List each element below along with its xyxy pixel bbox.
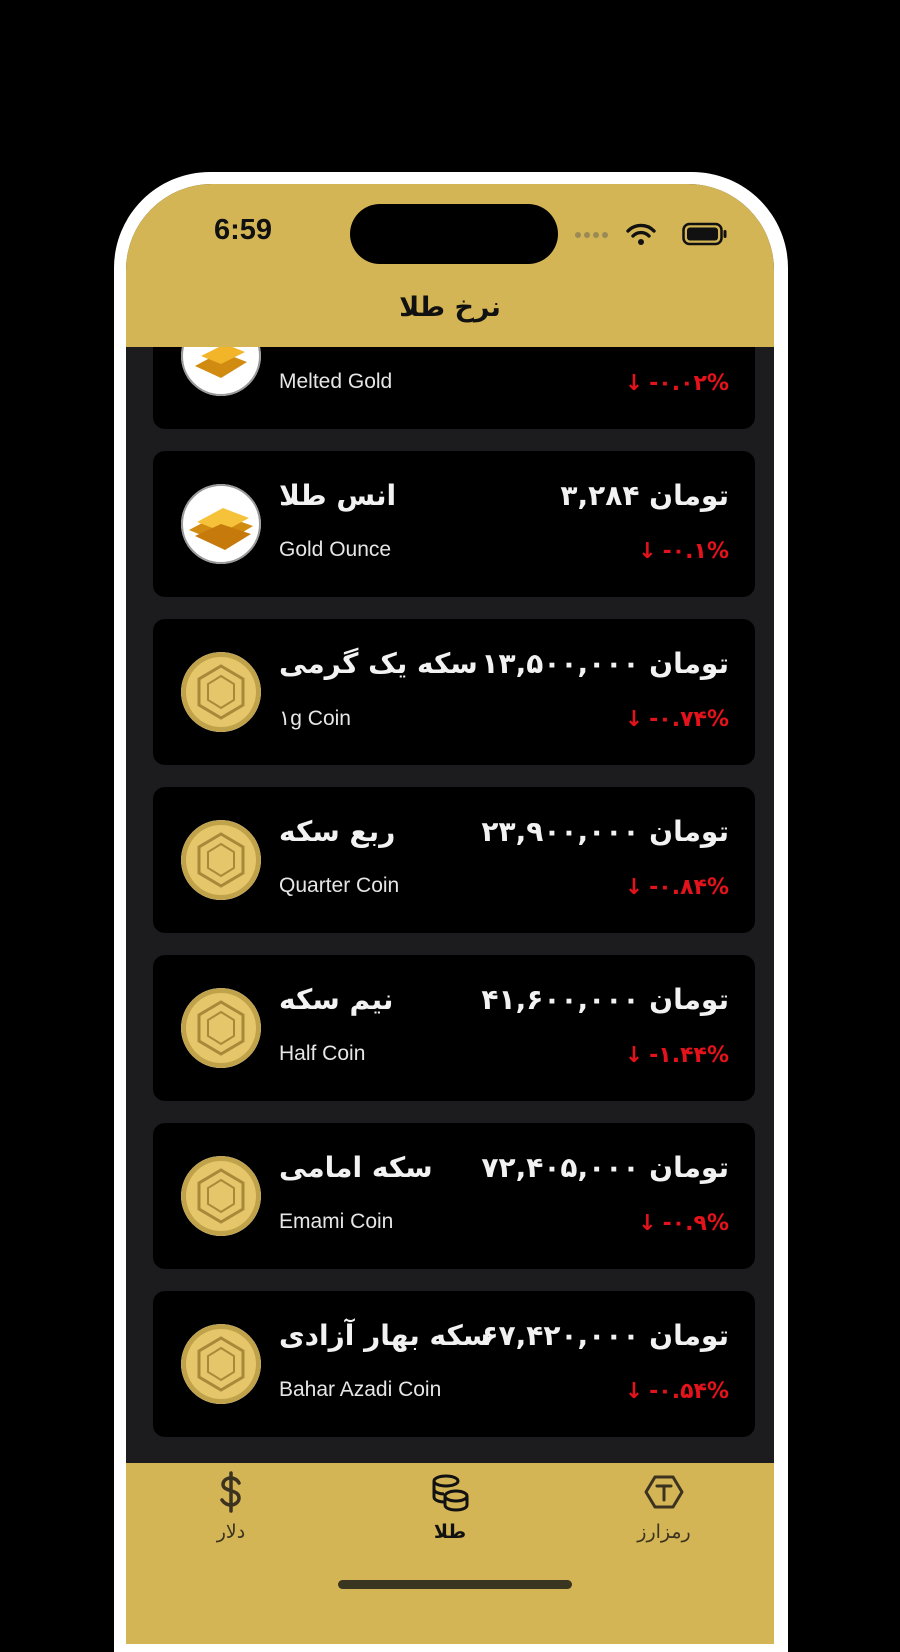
down-arrow-icon: ↓ [638,1211,657,1236]
item-name-en: ۱g Coin [279,707,351,730]
list-item[interactable]: انس طلا Gold Ounce ۳,۲۸۴ تومان ↓ -۰.۱% [153,451,755,597]
gold-coin-icon [181,1324,261,1404]
item-name-fa: سکه امامی [279,1151,433,1184]
item-name-fa: نیم سکه [279,983,394,1016]
gold-bar-icon [181,347,261,396]
item-price: ۴۱,۶۰۰,۰۰۰ تومان [481,983,729,1016]
item-change: ↓ -۰.۵۴% [625,1379,729,1404]
item-change: ↓ -۰.۷۴% [625,707,729,732]
app-header: 6:59 نرخ طلا [126,184,774,347]
status-time: 6:59 [214,214,273,246]
item-change-value: -۰.۹% [662,1211,729,1236]
item-change-value: -۰.۵۴% [649,1379,729,1404]
item-change: ↓ -۱.۴۴% [625,1043,729,1068]
gold-coin-icon [181,820,261,900]
dynamic-island [350,204,558,264]
gold-coin-icon [181,988,261,1068]
item-change: ↓ -۰.۸۴% [625,875,729,900]
tab-dollar[interactable]: دلار [171,1471,291,1561]
list-item[interactable]: Melted Gold ↓ -۰.۰۲% [153,347,755,429]
item-price: ۶۷,۴۲۰,۰۰۰ تومان [481,1319,729,1352]
item-name-fa: سکه یک گرمی [279,647,478,680]
item-name-en: Gold Ounce [279,538,392,561]
item-price: ۷۲,۴۰۵,۰۰۰ تومان [481,1151,729,1184]
gold-coin-icon [181,1156,261,1236]
item-price: ۳,۲۸۴ تومان [560,479,729,512]
price-list[interactable]: Melted Gold ↓ -۰.۰۲% انس طلا Gold Ounce ۳… [126,347,774,1467]
item-change-value: -۰.۰۲% [649,371,729,396]
tab-label: رمزارز [637,1521,691,1543]
tab-label: طلا [433,1521,467,1543]
item-name-en: Melted Gold [279,370,393,393]
item-name-fa: ربع سکه [279,815,396,848]
item-change: ↓ -۰.۱% [638,539,729,564]
item-name-en: Emami Coin [279,1210,394,1233]
down-arrow-icon: ↓ [638,539,657,564]
app-screen: 6:59 نرخ طلا Melted Gold ↓ -۰.۰۲% انس طل… [126,184,774,1644]
item-name-fa: انس طلا [279,479,397,512]
list-item[interactable]: سکه امامی Emami Coin ۷۲,۴۰۵,۰۰۰ تومان ↓ -… [153,1123,755,1269]
item-name-fa: سکه بهار آزادی [279,1319,491,1352]
bottom-tab-bar: دلار طلا رمزارز [126,1463,774,1644]
item-name-en: Half Coin [279,1042,366,1065]
signal-icon [575,232,608,238]
list-item[interactable]: نیم سکه Half Coin ۴۱,۶۰۰,۰۰۰ تومان ↓ -۱.۴… [153,955,755,1101]
down-arrow-icon: ↓ [624,371,644,396]
list-item[interactable]: سکه یک گرمی ۱g Coin ۱۳,۵۰۰,۰۰۰ تومان ↓ -۰… [153,619,755,765]
gold-bar-icon [181,484,261,564]
page-title: نرخ طلا [399,292,501,323]
item-change-value: -۱.۴۴% [649,1043,729,1068]
item-change-value: -۰.۸۴% [649,875,729,900]
down-arrow-icon: ↓ [624,707,644,732]
item-change-value: -۰.۱% [662,539,729,564]
battery-icon [682,222,727,246]
tab-gold[interactable]: طلا [390,1471,510,1561]
list-item[interactable]: ربع سکه Quarter Coin ۲۳,۹۰۰,۰۰۰ تومان ↓ -… [153,787,755,933]
item-change: ↓ -۰.۹% [638,1211,729,1236]
item-price: ۲۳,۹۰۰,۰۰۰ تومان [481,815,729,848]
list-item[interactable]: سکه بهار آزادی Bahar Azadi Coin ۶۷,۴۲۰,۰… [153,1291,755,1437]
tab-crypto[interactable]: رمزارز [604,1471,724,1561]
tab-label: دلار [216,1521,246,1543]
item-change-value: -۰.۷۴% [649,707,729,732]
down-arrow-icon: ↓ [624,1379,644,1404]
item-price: ۱۳,۵۰۰,۰۰۰ تومان [481,647,729,680]
down-arrow-icon: ↓ [624,875,644,900]
coins-stack-icon [432,1474,469,1512]
crypto-token-icon [644,1475,684,1509]
dollar-icon [220,1471,241,1513]
item-name-en: Quarter Coin [279,874,400,897]
home-indicator[interactable] [338,1580,572,1589]
gold-coin-icon [181,652,261,732]
item-name-en: Bahar Azadi Coin [279,1378,442,1401]
item-change: ↓ -۰.۰۲% [625,371,729,396]
down-arrow-icon: ↓ [624,1043,644,1068]
wifi-icon [626,223,656,245]
